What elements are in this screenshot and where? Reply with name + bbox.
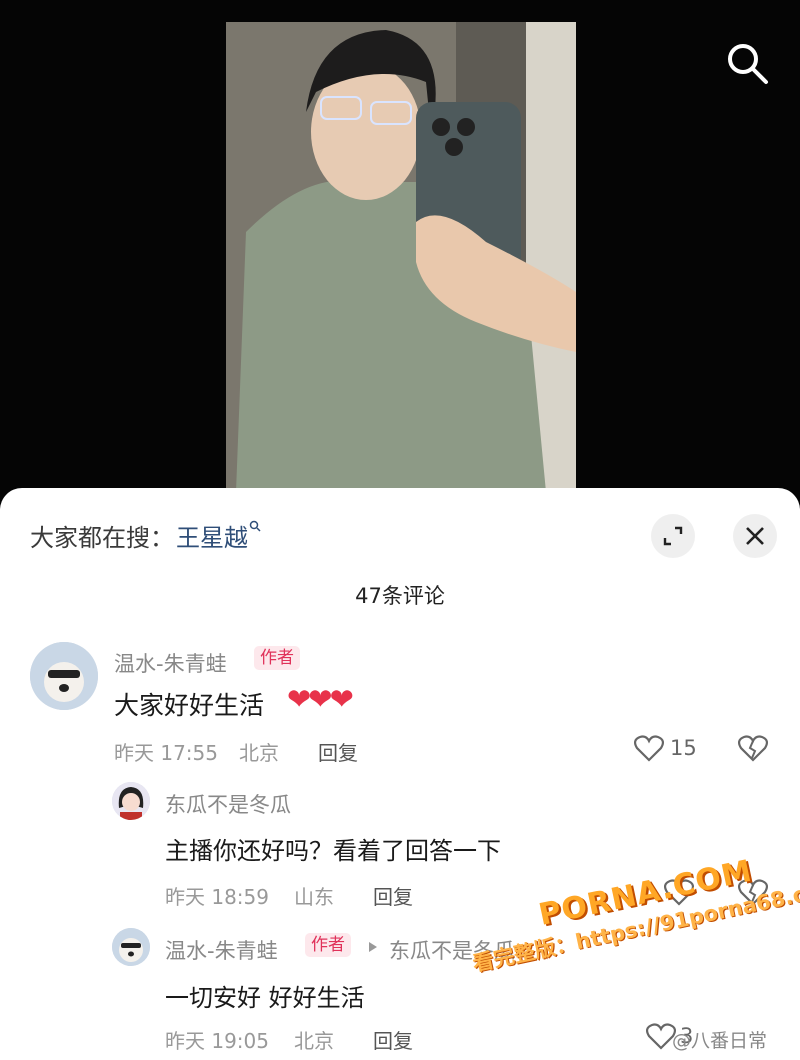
avatar[interactable]	[112, 928, 150, 966]
reply-arrow-icon	[367, 939, 379, 958]
reply-username[interactable]: 东瓜不是冬瓜	[165, 789, 291, 819]
reply-location: 北京	[294, 1029, 334, 1053]
reply-text: 一切安好 好好生活	[165, 984, 365, 1012]
video-frame[interactable]	[226, 22, 576, 492]
comment-count: 47条评论	[355, 584, 445, 608]
reply-button[interactable]: 回复	[318, 737, 358, 766]
girl-avatar-icon	[112, 782, 150, 820]
avatar[interactable]	[30, 642, 98, 710]
search-small-icon	[249, 520, 261, 535]
hot-search-term[interactable]: 王星越	[176, 518, 248, 553]
author-tag: 作者	[305, 933, 351, 957]
author-tag: 作者	[254, 646, 300, 670]
search-icon[interactable]	[724, 40, 770, 86]
comment-time: 昨天 17:55	[114, 741, 218, 765]
avatar[interactable]	[112, 782, 150, 820]
watermark-source: @八番日常	[672, 1030, 768, 1052]
reply-location: 山东	[294, 885, 334, 909]
dog-avatar-icon	[112, 928, 150, 966]
comment-text: 大家好好生活	[114, 691, 265, 720]
reply-username[interactable]: 温水-朱青蛙	[165, 935, 278, 965]
heart-emojis: ❤❤❤	[287, 682, 354, 716]
close-icon	[746, 527, 764, 545]
selfie-image	[226, 22, 576, 492]
reply-time: 昨天 18:59	[165, 885, 269, 909]
dislike-icon[interactable]	[737, 734, 769, 766]
expand-button[interactable]	[651, 514, 695, 558]
close-button[interactable]	[733, 514, 777, 558]
like-icon[interactable]	[633, 734, 665, 766]
reply-text: 主播你还好吗？看着了回答一下	[165, 837, 501, 865]
comment-username[interactable]: 温水-朱青蛙	[114, 648, 227, 678]
comment-location: 北京	[239, 741, 279, 765]
reply-time: 昨天 19:05	[165, 1029, 269, 1053]
dog-avatar-icon	[30, 642, 98, 710]
reply-button[interactable]: 回复	[373, 881, 413, 910]
expand-icon	[663, 526, 683, 546]
reply-button[interactable]: 回复	[373, 1025, 413, 1054]
comment-sheet: 大家都在搜： 王星越 47条评论 温水-朱青蛙 作者 大家好好生活 ❤❤❤ 昨天…	[0, 488, 800, 1060]
hot-search-label: 大家都在搜：	[30, 524, 174, 552]
like-count: 15	[670, 736, 697, 760]
hot-search-bar[interactable]: 大家都在搜： 王星越	[30, 518, 261, 553]
